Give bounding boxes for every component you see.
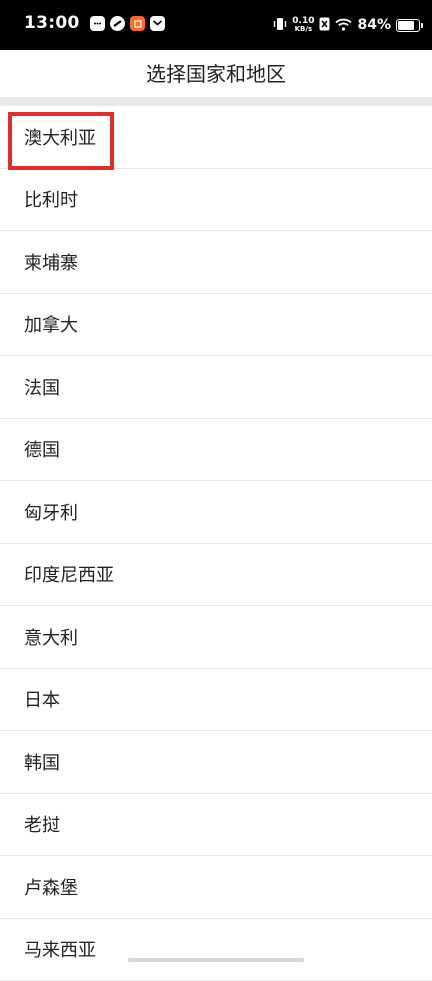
- country-name: 法国: [24, 374, 60, 400]
- sim-x-icon: [319, 16, 330, 35]
- battery-icon: [396, 19, 420, 32]
- country-list-item[interactable]: 老挝: [0, 794, 432, 857]
- country-name: 老挝: [24, 811, 60, 837]
- country-list-item[interactable]: 柬埔寨: [0, 231, 432, 294]
- country-list-item[interactable]: 意大利: [0, 606, 432, 669]
- status-time: 13:00: [24, 13, 80, 33]
- wifi-icon: [335, 16, 352, 35]
- net-speed-value: 0.10: [292, 17, 314, 25]
- country-name: 马来西亚: [24, 936, 96, 962]
- country-name: 柬埔寨: [24, 249, 78, 275]
- country-list-item[interactable]: 日本: [0, 669, 432, 732]
- chat-bubble-icon: [90, 16, 105, 31]
- battery-fill: [398, 21, 414, 30]
- vibrate-icon: [273, 16, 287, 35]
- shop-icon: [130, 16, 145, 31]
- country-name: 比利时: [24, 186, 78, 212]
- status-bar: 13:00 0.10 KB/s 84%: [0, 0, 432, 50]
- country-name: 卢森堡: [24, 874, 78, 900]
- country-name: 澳大利亚: [24, 124, 96, 150]
- net-speed: 0.10 KB/s: [292, 17, 314, 33]
- country-list-item[interactable]: 比利时: [0, 169, 432, 232]
- notification-icons: [90, 16, 165, 34]
- country-name: 德国: [24, 436, 60, 462]
- country-name: 加拿大: [24, 311, 78, 337]
- section-divider: [0, 97, 432, 106]
- battery-percent: 84%: [357, 17, 391, 33]
- country-list-item[interactable]: 卢森堡: [0, 856, 432, 919]
- status-right-area: 0.10 KB/s 84%: [273, 13, 420, 37]
- page-title: 选择国家和地区: [0, 50, 432, 95]
- country-list-item[interactable]: 法国: [0, 356, 432, 419]
- country-list-item[interactable]: 马来西亚: [0, 919, 432, 981]
- country-list-item[interactable]: 德国: [0, 419, 432, 482]
- country-list-item[interactable]: 韩国: [0, 731, 432, 794]
- country-name: 日本: [24, 686, 60, 712]
- country-list-item[interactable]: 匈牙利: [0, 481, 432, 544]
- country-name: 韩国: [24, 749, 60, 775]
- country-name: 印度尼西亚: [24, 561, 114, 587]
- country-list-item[interactable]: 加拿大: [0, 294, 432, 357]
- home-indicator[interactable]: [128, 958, 304, 962]
- country-list: 澳大利亚比利时柬埔寨加拿大法国德国匈牙利印度尼西亚意大利日本韩国老挝卢森堡马来西…: [0, 106, 432, 981]
- battery-cap: [421, 23, 423, 28]
- net-speed-unit: KB/s: [292, 25, 314, 33]
- country-list-item[interactable]: 澳大利亚: [0, 106, 432, 169]
- link-icon: [110, 16, 125, 31]
- country-list-item[interactable]: 印度尼西亚: [0, 544, 432, 607]
- country-name: 匈牙利: [24, 499, 78, 525]
- mail-icon: [150, 16, 165, 31]
- country-name: 意大利: [24, 624, 78, 650]
